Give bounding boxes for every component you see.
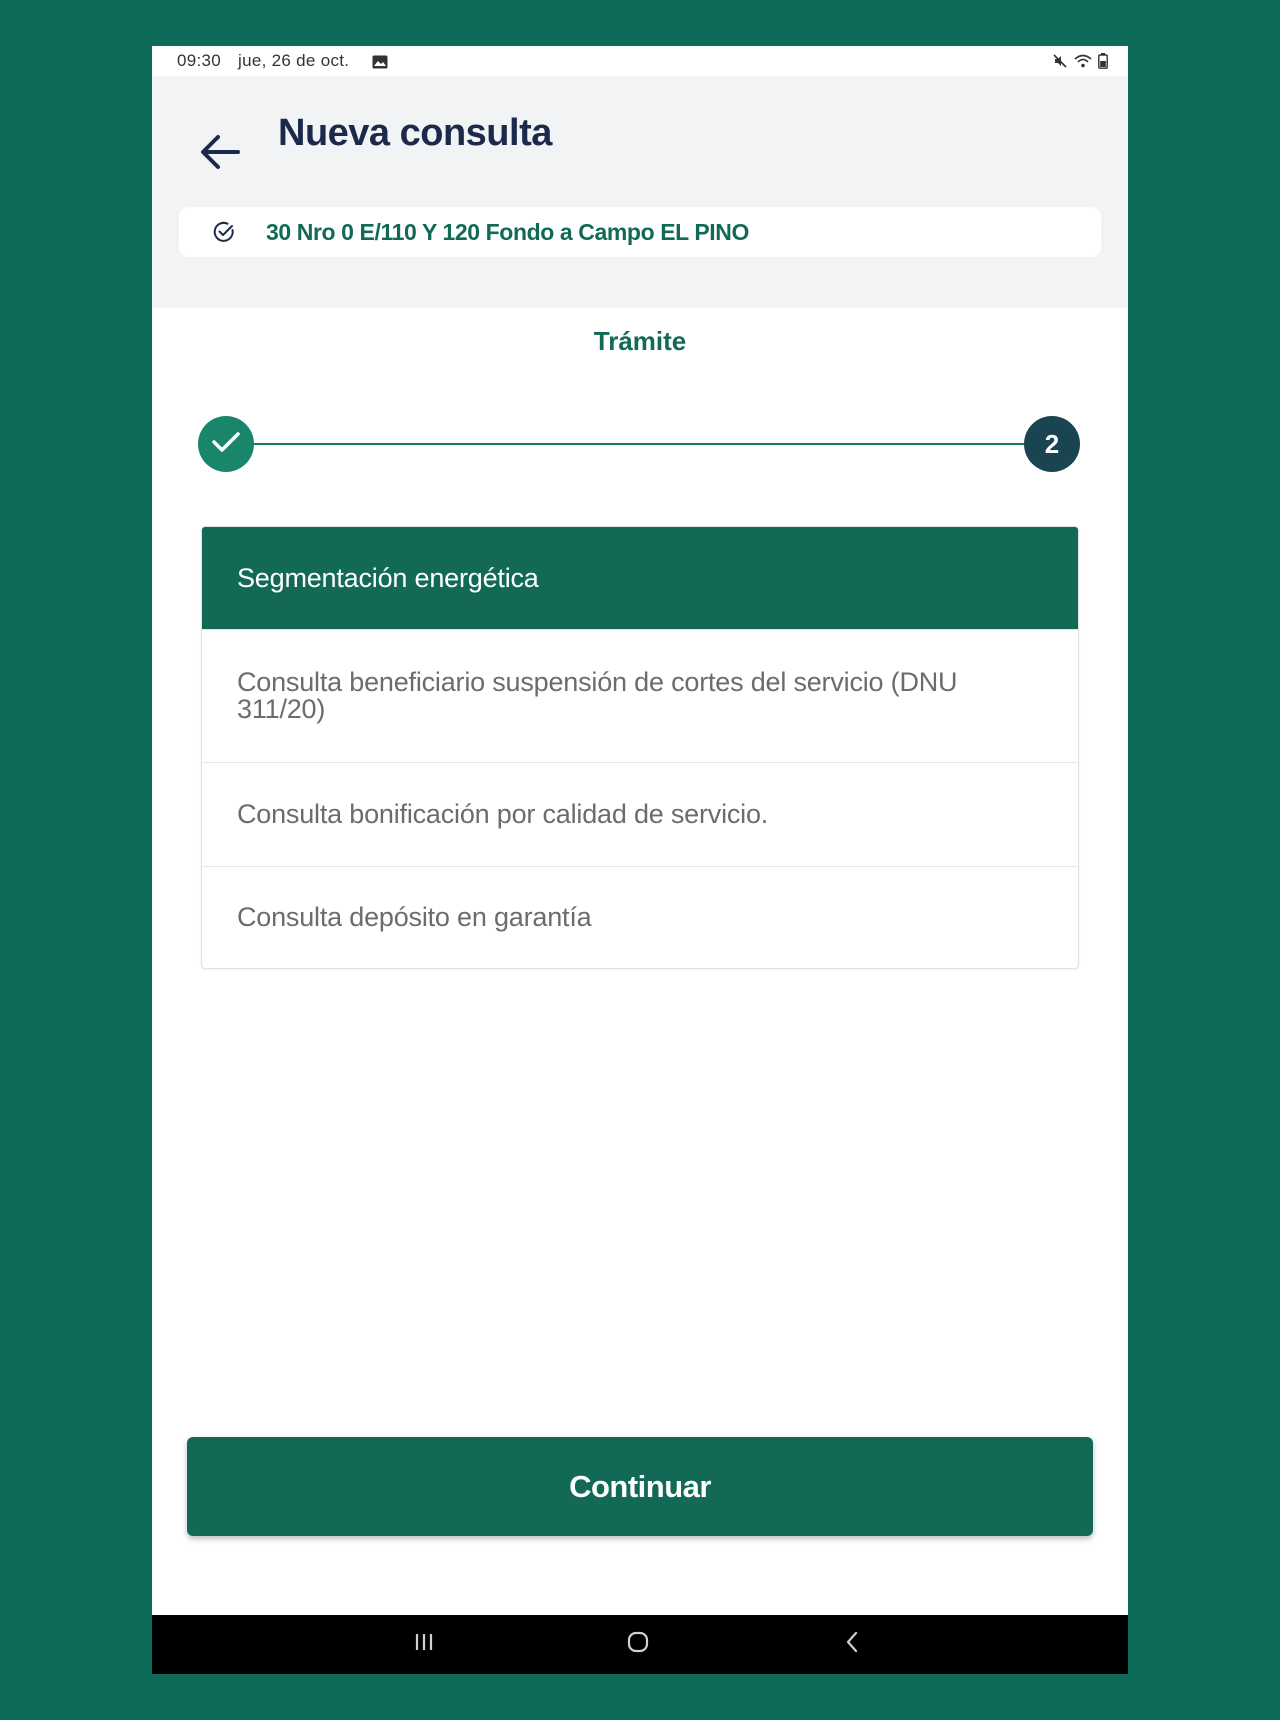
option-label: Consulta beneficiario suspensión de cort… [237, 667, 958, 724]
wifi-icon [1074, 53, 1092, 69]
option-segmentacion[interactable]: Segmentación energética [202, 527, 1078, 629]
option-deposito[interactable]: Consulta depósito en garantía [202, 866, 1078, 968]
option-label: Consulta depósito en garantía [237, 902, 592, 932]
step-title: Trámite [593, 326, 687, 356]
back-icon [844, 1631, 860, 1658]
option-label: Segmentación energética [237, 562, 539, 593]
option-label: Consulta bonificación por calidad de ser… [237, 799, 769, 829]
system-back-button[interactable] [812, 1615, 892, 1674]
page-title: Nueva consulta [278, 112, 552, 154]
step-current: 2 [1024, 416, 1080, 472]
battery-icon [1098, 53, 1108, 69]
back-button[interactable] [192, 126, 248, 182]
status-date: jue, 26 de oct. [238, 51, 350, 70]
check-icon [211, 430, 241, 459]
arrow-left-icon [198, 132, 242, 177]
option-beneficiario-suspension[interactable]: Consulta beneficiario suspensión de cort… [202, 629, 1078, 762]
image-icon [372, 54, 388, 69]
address-text: 30 Nro 0 E/110 Y 120 Fondo a Campo EL PI… [266, 219, 750, 245]
option-bonificacion[interactable]: Consulta bonificación por calidad de ser… [202, 762, 1078, 866]
header: Nueva consulta 30 Nro 0 E/110 Y 120 Fond… [152, 76, 1128, 308]
address-card: 30 Nro 0 E/110 Y 120 Fondo a Campo EL PI… [179, 207, 1101, 257]
options-list: Segmentación energética Consulta benefic… [201, 526, 1079, 969]
device-screen: 09:30 jue, 26 de oct. Nueva consulta 30 … [152, 46, 1128, 1674]
recent-apps-button[interactable] [384, 1615, 464, 1674]
check-circle-icon [212, 220, 236, 244]
continue-button[interactable]: Continuar [187, 1437, 1093, 1536]
status-time: 09:30 [177, 51, 222, 70]
status-icons [1052, 53, 1108, 69]
home-button[interactable] [598, 1615, 678, 1674]
stepper-line [232, 443, 1034, 445]
step-completed [198, 416, 254, 472]
navigation-bar [152, 1615, 1128, 1674]
home-icon [626, 1630, 650, 1659]
recent-apps-icon [413, 1632, 435, 1657]
status-bar: 09:30 jue, 26 de oct. [152, 46, 1128, 76]
mute-icon [1052, 53, 1068, 69]
